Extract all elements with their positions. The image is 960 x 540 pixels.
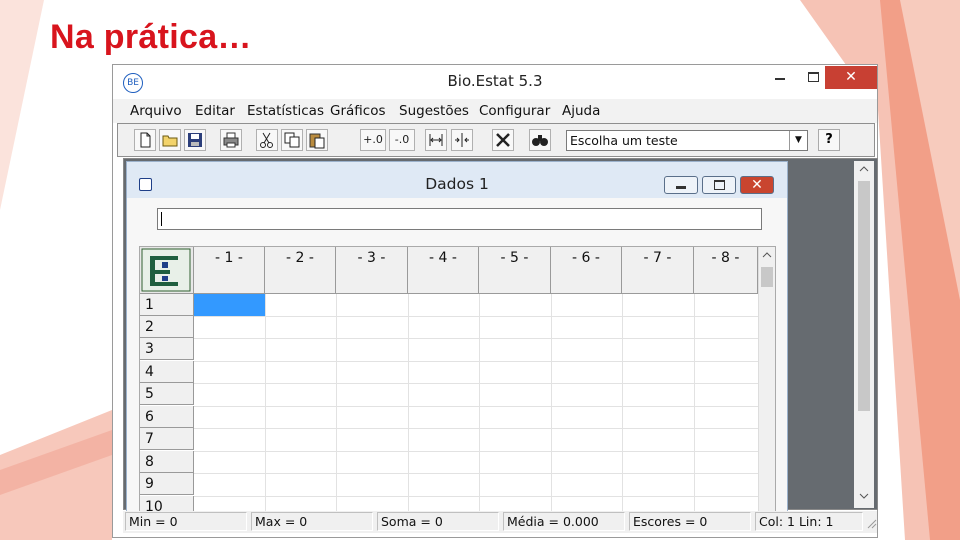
save-icon[interactable] bbox=[184, 129, 206, 151]
row-header[interactable]: 7 bbox=[140, 428, 194, 450]
column-header[interactable]: - 3 - bbox=[336, 247, 408, 294]
status-sum: Soma = 0 bbox=[377, 512, 499, 531]
text-caret bbox=[161, 212, 162, 226]
open-folder-icon[interactable] bbox=[159, 129, 181, 151]
menu-sugestoes[interactable]: Sugestões bbox=[399, 103, 469, 119]
menu-arquivo[interactable]: Arquivo bbox=[130, 103, 182, 119]
data-sheet-window: Dados 1 ✕ - 1 - - 2 - - 3 - - 4 - - 5 - … bbox=[126, 161, 788, 521]
window-title: Bio.Estat 5.3 bbox=[447, 72, 543, 90]
row-header[interactable]: 3 bbox=[140, 338, 194, 360]
find-binoculars-icon[interactable] bbox=[529, 129, 551, 151]
row-header[interactable]: 2 bbox=[140, 316, 194, 338]
mdi-workspace: Dados 1 ✕ - 1 - - 2 - - 3 - - 4 - - 5 - … bbox=[123, 158, 878, 521]
delete-icon[interactable] bbox=[492, 129, 514, 151]
sheet-maximize-icon[interactable] bbox=[702, 176, 736, 194]
column-header[interactable]: - 8 - bbox=[694, 247, 758, 294]
cell-entry-input[interactable] bbox=[157, 208, 762, 230]
test-select[interactable]: Escolha um teste ▼ bbox=[566, 130, 808, 151]
new-file-icon[interactable] bbox=[134, 129, 156, 151]
resize-grip-icon[interactable] bbox=[865, 517, 877, 529]
status-min: Min = 0 bbox=[125, 512, 247, 531]
bioestat-window: BE Bio.Estat 5.3 ✕ Arquivo Editar Estatí… bbox=[112, 64, 878, 538]
menu-estatisticas[interactable]: Estatísticas bbox=[247, 103, 324, 119]
column-header[interactable]: - 6 - bbox=[551, 247, 622, 294]
column-header[interactable]: - 4 - bbox=[408, 247, 479, 294]
column-header[interactable]: - 5 - bbox=[479, 247, 551, 294]
sheet-minimize-icon[interactable] bbox=[664, 176, 698, 194]
workspace-vertical-scrollbar[interactable] bbox=[854, 161, 874, 508]
row-header[interactable]: 6 bbox=[140, 406, 194, 428]
paste-icon[interactable] bbox=[306, 129, 328, 151]
close-icon[interactable]: ✕ bbox=[825, 66, 877, 89]
window-titlebar[interactable]: BE Bio.Estat 5.3 ✕ bbox=[113, 65, 877, 99]
sheet-titlebar[interactable]: Dados 1 ✕ bbox=[127, 162, 787, 198]
status-position: Col: 1 Lin: 1 bbox=[755, 512, 863, 531]
test-select-value: Escolha um teste bbox=[570, 133, 678, 148]
row-header[interactable]: 9 bbox=[140, 473, 194, 495]
help-icon[interactable]: ? bbox=[818, 129, 840, 151]
status-mean: Média = 0.000 bbox=[503, 512, 625, 531]
menu-ajuda[interactable]: Ajuda bbox=[562, 103, 600, 119]
slide-title: Na prática… bbox=[50, 18, 252, 56]
print-icon[interactable] bbox=[220, 129, 242, 151]
copy-icon[interactable] bbox=[281, 129, 303, 151]
column-header[interactable]: - 7 - bbox=[622, 247, 694, 294]
chevron-down-icon[interactable]: ▼ bbox=[789, 131, 807, 150]
cell-grid[interactable] bbox=[194, 294, 758, 518]
cut-icon[interactable] bbox=[256, 129, 278, 151]
row-header[interactable]: 4 bbox=[140, 361, 194, 383]
status-bar: Min = 0 Max = 0 Soma = 0 Média = 0.000 E… bbox=[123, 511, 877, 533]
menu-bar: Arquivo Editar Estatísticas Gráficos Sug… bbox=[113, 99, 877, 123]
row-header[interactable]: 1 bbox=[140, 294, 194, 316]
sheet-vertical-scrollbar[interactable] bbox=[758, 247, 775, 517]
minimize-icon[interactable] bbox=[765, 67, 795, 89]
expand-column-icon[interactable] bbox=[425, 129, 447, 151]
selected-cell[interactable] bbox=[194, 294, 265, 316]
row-header[interactable]: 8 bbox=[140, 451, 194, 473]
status-max: Max = 0 bbox=[251, 512, 373, 531]
column-header[interactable]: - 1 - bbox=[194, 247, 265, 294]
status-scores: Escores = 0 bbox=[629, 512, 751, 531]
column-header[interactable]: - 2 - bbox=[265, 247, 336, 294]
select-all-grid-icon[interactable] bbox=[140, 247, 194, 294]
toolbar: +.0 -.0 Escolha um teste ▼ ? bbox=[117, 123, 875, 157]
data-grid: - 1 - - 2 - - 3 - - 4 - - 5 - - 6 - - 7 … bbox=[139, 246, 776, 518]
decrease-decimals-button[interactable]: -.0 bbox=[389, 129, 415, 151]
menu-editar[interactable]: Editar bbox=[195, 103, 235, 119]
menu-configurar[interactable]: Configurar bbox=[479, 103, 550, 119]
sheet-close-icon[interactable]: ✕ bbox=[740, 176, 774, 194]
increase-decimals-button[interactable]: +.0 bbox=[360, 129, 386, 151]
menu-graficos[interactable]: Gráficos bbox=[330, 103, 386, 119]
row-header[interactable]: 5 bbox=[140, 383, 194, 405]
shrink-column-icon[interactable] bbox=[451, 129, 473, 151]
